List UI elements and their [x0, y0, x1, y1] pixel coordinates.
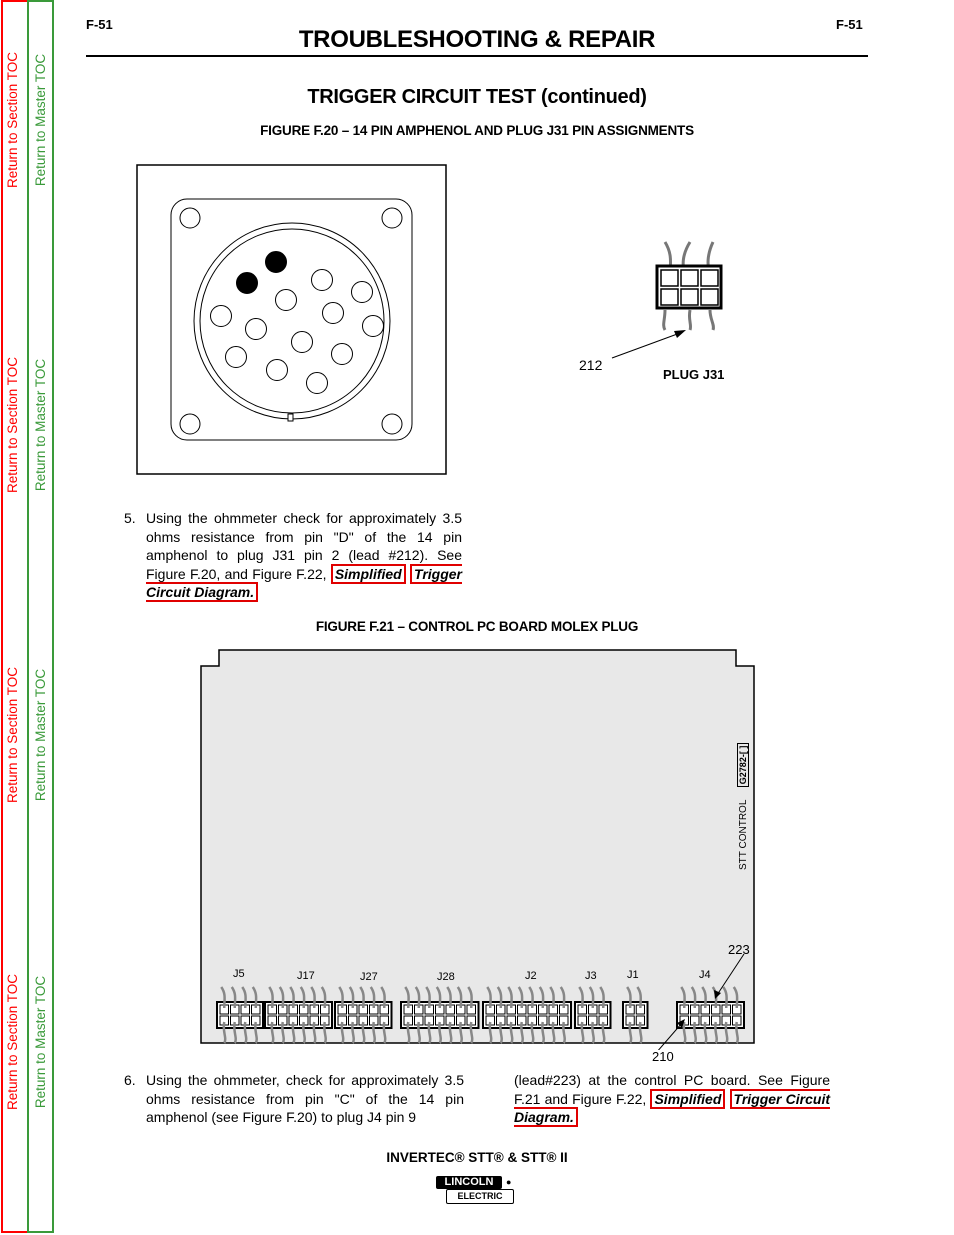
amphenol-pin-highlighted — [236, 272, 258, 294]
lead-212-label: 212 — [579, 357, 603, 373]
simplified-trigger-circuit-link-2a[interactable]: Simplified — [650, 1088, 726, 1109]
step-6-number: 6. — [124, 1072, 136, 1088]
lincoln-electric-logo: LINCOLN ● ELECTRIC — [436, 1176, 518, 1206]
plug-j31-label: PLUG J31 — [663, 367, 725, 382]
step-5-paragraph: 5. Using the ohmmeter check for approxim… — [124, 509, 462, 603]
section-title: TRIGGER CIRCUIT TEST (continued) — [307, 86, 647, 108]
amphenol-pin — [331, 343, 353, 365]
amphenol-pin — [245, 318, 267, 340]
control-pc-board-diagram — [200, 649, 755, 1050]
board-part-number: G2782-[ ] — [737, 742, 749, 788]
return-to-master-toc-link-2[interactable]: Return to Master TOC — [31, 305, 51, 545]
step-6-paragraph-col2: (lead#223) at the control PC board. See … — [514, 1071, 830, 1128]
amphenol-pin — [266, 359, 288, 381]
connector-label-j28: J28 — [437, 971, 455, 983]
amphenol-pin — [351, 281, 373, 303]
connector-label-j5: J5 — [233, 968, 245, 980]
amphenol-pin — [291, 331, 313, 353]
amphenol-pin-highlighted — [265, 251, 287, 273]
step-5-number: 5. — [124, 510, 136, 526]
connector-label-j3: J3 — [585, 970, 597, 982]
footer-product-name: INVERTEC® STT® & STT® II — [386, 1150, 568, 1165]
amphenol-pin — [322, 302, 344, 324]
lead-212-arrow — [611, 332, 681, 359]
amphenol-14-pin-diagram — [136, 164, 447, 475]
lead-223-label: 223 — [728, 942, 750, 957]
simplified-trigger-circuit-link-1a[interactable]: Simplified — [330, 563, 406, 584]
step-6-text-col1: Using the ohmmeter, check for approximat… — [146, 1072, 464, 1126]
connector-label-j17: J17 — [297, 970, 315, 982]
board-vertical-label: STT CONTROL G2782-[ ] — [736, 735, 750, 870]
lead-210-label: 210 — [652, 1049, 674, 1064]
return-to-section-toc-link-2[interactable]: Return to Section TOC — [3, 305, 23, 545]
logo-electric: ELECTRIC — [446, 1189, 514, 1204]
amphenol-pin — [225, 346, 247, 368]
connector-label-j1: J1 — [627, 969, 639, 981]
amphenol-pin — [311, 269, 333, 291]
amphenol-pin — [275, 289, 297, 311]
connector-label-j2: J2 — [525, 970, 537, 982]
return-to-section-toc-link-1[interactable]: Return to Section TOC — [3, 0, 23, 240]
step-6-paragraph-col1: 6. Using the ohmmeter, check for approxi… — [124, 1071, 464, 1127]
return-to-section-toc-link-4[interactable]: Return to Section TOC — [3, 922, 23, 1162]
return-to-master-toc-link-3[interactable]: Return to Master TOC — [31, 615, 51, 855]
logo-lincoln: LINCOLN — [436, 1176, 502, 1189]
amphenol-pin — [306, 372, 328, 394]
amphenol-key — [287, 413, 294, 422]
amphenol-pin — [210, 305, 232, 327]
pc-board-outline — [200, 649, 755, 1044]
board-name-label: STT CONTROL — [738, 799, 749, 870]
figure-21-caption: FIGURE F.21 – CONTROL PC BOARD MOLEX PLU… — [315, 619, 639, 634]
title-rule — [86, 55, 868, 57]
return-to-master-toc-link-1[interactable]: Return to Master TOC — [31, 0, 51, 240]
page-title: TROUBLESHOOTING & REPAIR — [298, 26, 656, 53]
return-to-section-toc-link-3[interactable]: Return to Section TOC — [3, 615, 23, 855]
connector-label-j27: J27 — [360, 971, 378, 983]
figure-20-caption: FIGURE F.20 – 14 PIN AMPHENOL AND PLUG J… — [260, 123, 694, 138]
amphenol-pin — [362, 315, 384, 337]
connector-label-j4: J4 — [699, 969, 711, 981]
logo-registered-mark: ● — [506, 1177, 512, 1187]
return-to-master-toc-link-4[interactable]: Return to Master TOC — [31, 922, 51, 1162]
